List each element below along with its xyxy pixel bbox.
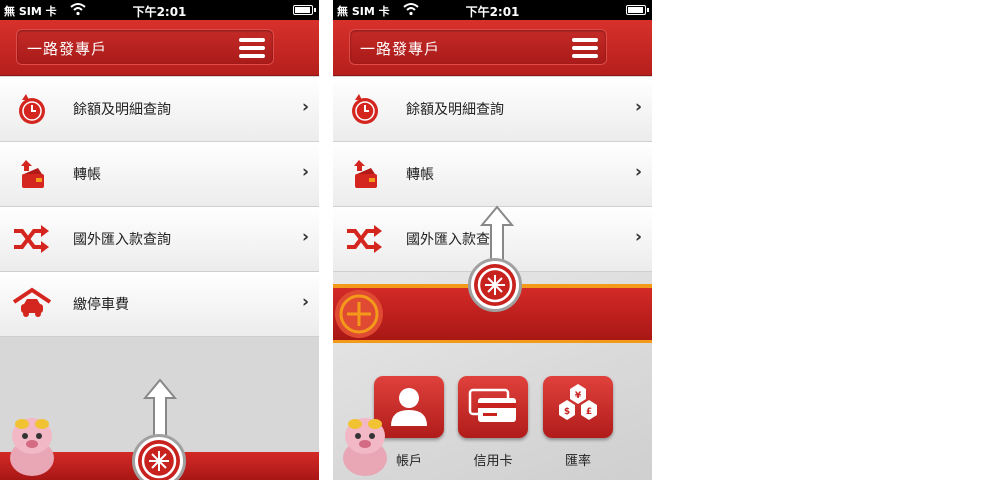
shuffle-arrows-icon	[14, 225, 49, 253]
menu-item-label: 轉帳	[406, 167, 434, 183]
menu-item-transfer[interactable]: 轉帳 ›	[333, 142, 652, 207]
currency-icon: ¥ $ £	[559, 384, 597, 420]
drawer-handle-logo[interactable]	[132, 434, 186, 480]
menu-item-balance[interactable]: 餘額及明細查詢 ›	[0, 77, 319, 142]
account-title-box: 一路發專戶	[349, 29, 607, 65]
arrow-up-icon	[143, 378, 177, 439]
clock-label: 下午2:01	[132, 5, 187, 19]
page-title: 一路發專戶	[27, 40, 108, 58]
function-menu: 餘額及明細查詢 › 轉帳 › 國外匯入款查詢 › 繳停車費 ›	[0, 77, 319, 337]
mascot-image	[343, 418, 387, 476]
balance-clock-icon	[19, 94, 45, 124]
svg-text:$: $	[564, 407, 570, 417]
header-bar: 一路發專戶	[0, 20, 319, 76]
menu-item-label: 國外匯入款查詢	[73, 232, 171, 248]
battery-icon	[626, 5, 649, 15]
menu-item-transfer[interactable]: 轉帳 ›	[0, 142, 319, 207]
tile-label: 信用卡	[473, 454, 513, 469]
menu-hamburger-icon[interactable]	[239, 38, 265, 58]
garage-car-icon	[12, 287, 52, 317]
chevron-right-icon: ›	[301, 162, 309, 182]
menu-item-label: 餘額及明細查詢	[406, 102, 504, 118]
bank-logo-icon	[138, 440, 180, 480]
chevron-right-icon: ›	[634, 162, 642, 182]
phone-screen-menu: 無 SIM 卡 下午2:01 一路發專戶 餘額及明細查詢 › 轉帳 › 國外匯入…	[0, 0, 319, 480]
shuffle-arrows-icon	[347, 225, 382, 253]
menu-item-label: 繳停車費	[73, 297, 129, 313]
svg-text:¥: ¥	[575, 391, 582, 401]
chevron-right-icon: ›	[301, 97, 309, 117]
credit-card-icon	[468, 388, 516, 422]
header-bar: 一路發專戶	[333, 20, 652, 76]
menu-hamburger-icon[interactable]	[572, 38, 598, 58]
drawer-accent-line	[333, 340, 652, 343]
battery-icon	[293, 5, 316, 15]
menu-item-remittance[interactable]: 國外匯入款查詢 ›	[0, 207, 319, 272]
balance-clock-icon	[352, 94, 378, 124]
chevron-right-icon: ›	[634, 97, 642, 117]
chevron-right-icon: ›	[301, 227, 309, 247]
menu-item-label: 轉帳	[73, 167, 101, 183]
tile-exchange-rate[interactable]: ¥ $ £ 匯率	[543, 376, 613, 480]
tile-credit-card[interactable]: 信用卡	[458, 376, 528, 480]
status-bar: 無 SIM 卡 下午2:01	[0, 0, 319, 20]
clock-label: 下午2:01	[465, 5, 520, 19]
bank-logo-icon	[474, 264, 516, 306]
drawer-handle-logo[interactable]	[468, 258, 522, 312]
phone-screen-drawer-open: 無 SIM 卡 下午2:01 一路發專戶 餘額及明細查詢 › 轉帳 › 國外匯入…	[333, 0, 652, 480]
status-bar: 無 SIM 卡 下午2:01	[333, 0, 652, 20]
chevron-right-icon: ›	[301, 292, 309, 312]
menu-item-balance[interactable]: 餘額及明細查詢 ›	[333, 77, 652, 142]
credit-card-button[interactable]	[458, 376, 528, 438]
exchange-rate-button[interactable]: ¥ $ £	[543, 376, 613, 438]
bank-watermark-icon	[335, 290, 383, 338]
chevron-right-icon: ›	[634, 227, 642, 247]
svg-text:£: £	[586, 407, 592, 417]
transfer-wallet-icon	[354, 160, 377, 188]
transfer-wallet-icon	[21, 160, 44, 188]
account-title-box: 一路發專戶	[16, 29, 274, 65]
tile-label: 匯率	[564, 454, 591, 469]
mascot-image	[10, 418, 54, 476]
menu-item-label: 餘額及明細查詢	[73, 102, 171, 118]
menu-item-parking[interactable]: 繳停車費 ›	[0, 272, 319, 337]
page-title: 一路發專戶	[360, 40, 441, 58]
